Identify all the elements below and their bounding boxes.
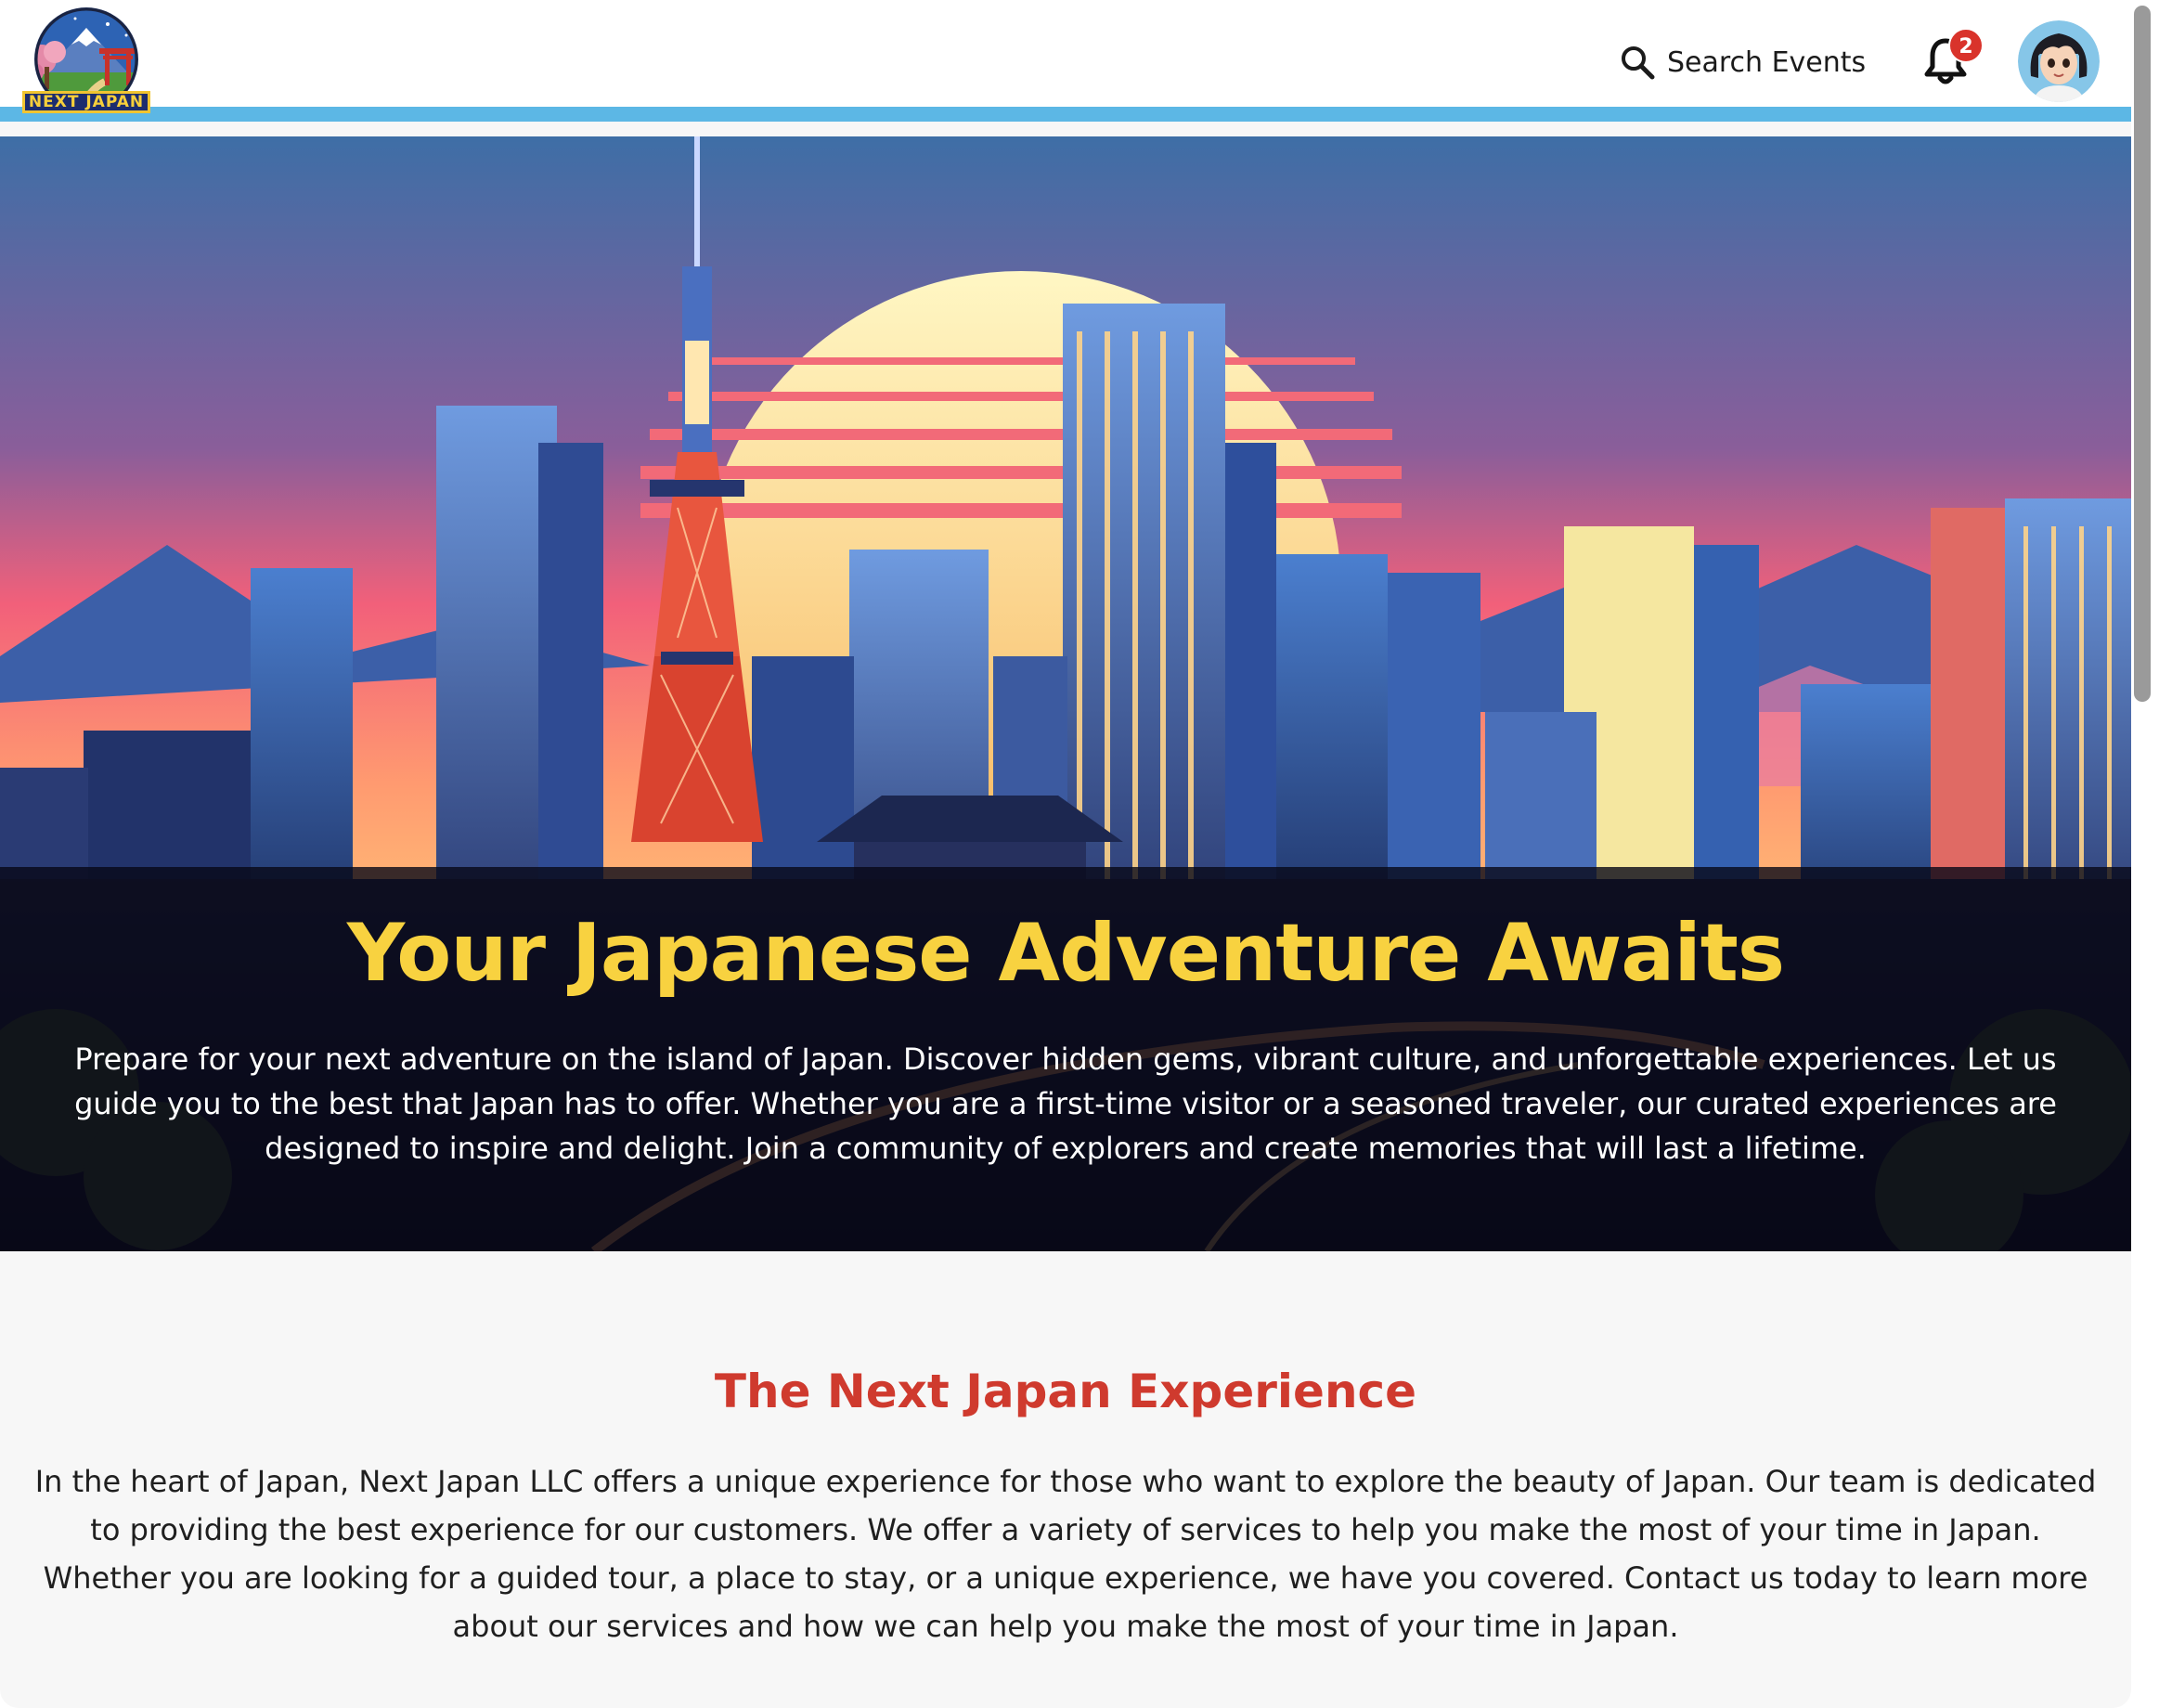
browser-page: NEXT JAPAN Search Events 2 Your Japanese… bbox=[0, 0, 2131, 1708]
user-avatar[interactable] bbox=[2018, 20, 2100, 102]
hero-section: Your Japanese Adventure Awaits Prepare f… bbox=[0, 136, 2131, 1251]
avatar-image bbox=[2018, 20, 2100, 102]
site-header: NEXT JAPAN Search Events 2 bbox=[0, 0, 2131, 122]
hero-description: Prepare for your next adventure on the i… bbox=[74, 1042, 2057, 1166]
search-events-button[interactable]: Search Events bbox=[1619, 42, 1866, 83]
notification-badge: 2 bbox=[1948, 28, 1984, 63]
search-icon bbox=[1622, 46, 1655, 80]
logo-text: NEXT JAPAN bbox=[22, 91, 150, 113]
scrollbar-thumb[interactable] bbox=[2134, 6, 2151, 702]
section-title: The Next Japan Experience bbox=[714, 1365, 1417, 1418]
search-label: Search Events bbox=[1667, 45, 1867, 79]
hero-title: Your Japanese Adventure Awaits bbox=[346, 907, 1785, 1000]
section-description: In the heart of Japan, Next Japan LLC of… bbox=[34, 1464, 2097, 1644]
site-logo[interactable]: NEXT JAPAN bbox=[19, 7, 153, 117]
